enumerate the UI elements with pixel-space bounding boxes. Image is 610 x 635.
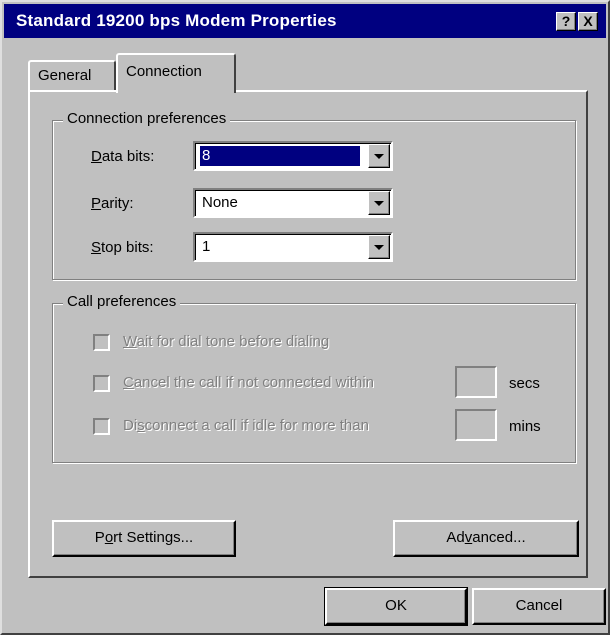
tab-general-label: General <box>38 67 92 84</box>
connection-preferences-legend: Connection preferences <box>63 110 231 127</box>
port-settings-button[interactable]: Port Settings... <box>52 520 236 557</box>
connection-preferences-group: Connection preferences Data bits: 8 Pari… <box>52 110 576 280</box>
stop-bits-dropdown-arrow-icon[interactable] <box>368 235 390 259</box>
secs-unit-label: secs <box>509 375 540 392</box>
data-bits-label: Data bits: <box>91 148 155 165</box>
advanced-button[interactable]: Advanced... <box>393 520 579 557</box>
wait-dial-tone-label: Wait for dial tone before dialing <box>123 333 330 350</box>
connection-tab-panel: Connection preferences Data bits: 8 Pari… <box>28 90 588 578</box>
disconnect-idle-checkbox[interactable] <box>93 418 110 435</box>
tab-connection[interactable]: Connection <box>116 53 236 93</box>
parity-label: Parity: <box>91 195 134 212</box>
cancel-call-checkbox[interactable] <box>93 375 110 392</box>
mins-unit-label: mins <box>509 418 541 435</box>
wait-dial-tone-checkbox[interactable] <box>93 334 110 351</box>
help-button[interactable]: ? <box>556 12 576 31</box>
parity-value: None <box>202 194 238 211</box>
tab-connection-label: Connection <box>126 63 202 80</box>
call-preferences-legend: Call preferences <box>63 293 181 310</box>
close-button[interactable]: X <box>578 12 598 31</box>
window-title: Standard 19200 bps Modem Properties <box>16 11 337 30</box>
disconnect-idle-minutes-input[interactable] <box>455 409 497 441</box>
cancel-button[interactable]: Cancel <box>472 588 606 625</box>
stop-bits-label: Stop bits: <box>91 239 154 256</box>
data-bits-dropdown[interactable]: 8 <box>193 141 393 171</box>
parity-dropdown[interactable]: None <box>193 188 393 218</box>
data-bits-value: 8 <box>200 146 360 166</box>
cancel-call-label: Cancel the call if not connected within <box>123 374 374 391</box>
call-preferences-group: Call preferences Wait for dial tone befo… <box>52 293 576 463</box>
data-bits-dropdown-arrow-icon[interactable] <box>368 144 390 168</box>
modem-properties-dialog: Standard 19200 bps Modem Properties ? X … <box>0 0 610 635</box>
title-bar[interactable]: Standard 19200 bps Modem Properties ? X <box>4 4 606 38</box>
disconnect-idle-label: Disconnect a call if idle for more than <box>123 417 369 434</box>
tab-general[interactable]: General <box>28 60 116 90</box>
parity-dropdown-arrow-icon[interactable] <box>368 191 390 215</box>
stop-bits-value: 1 <box>202 238 211 255</box>
cancel-call-seconds-input[interactable] <box>455 366 497 398</box>
stop-bits-dropdown[interactable]: 1 <box>193 232 393 262</box>
ok-button[interactable]: OK <box>324 587 468 626</box>
